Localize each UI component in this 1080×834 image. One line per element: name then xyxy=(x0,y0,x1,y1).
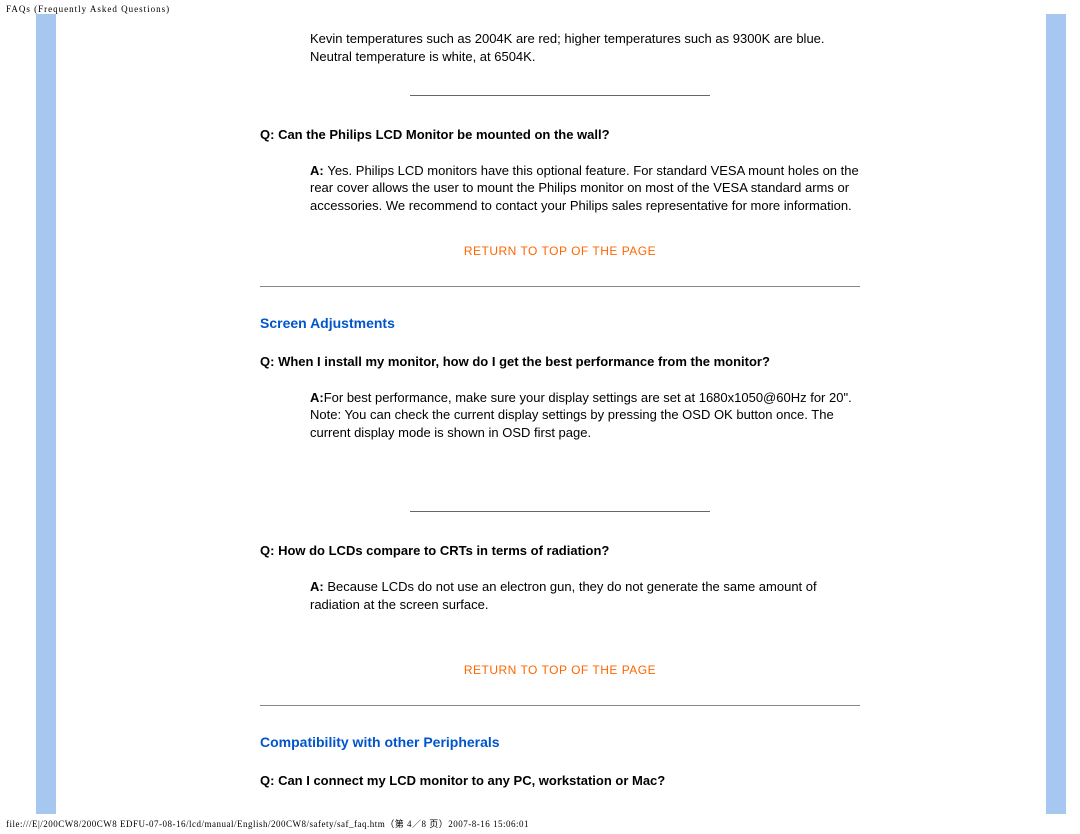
faq1-question: Q: Can the Philips LCD Monitor be mounte… xyxy=(260,126,860,144)
q-text: How do LCDs compare to CRTs in terms of … xyxy=(278,543,609,558)
faq1-answer: A: Yes. Philips LCD monitors have this o… xyxy=(310,162,860,215)
a-label: A: xyxy=(310,163,327,178)
divider-full xyxy=(260,705,860,706)
intro-paragraph: Kevin temperatures such as 2004K are red… xyxy=(310,30,860,65)
divider-full xyxy=(260,286,860,287)
faq2-question: Q: When I install my monitor, how do I g… xyxy=(260,353,860,371)
left-accent-stripe xyxy=(36,14,56,814)
q-text: Can the Philips LCD Monitor be mounted o… xyxy=(278,127,610,142)
right-accent-stripe xyxy=(1046,14,1066,814)
q-label: Q: xyxy=(260,354,278,369)
divider-short xyxy=(410,511,710,512)
faq2-answer: A:For best performance, make sure your d… xyxy=(310,389,860,442)
return-to-top-link[interactable]: RETURN TO TOP OF THE PAGE xyxy=(260,244,860,258)
a-text: Because LCDs do not use an electron gun,… xyxy=(310,579,817,612)
faq3-answer: A: Because LCDs do not use an electron g… xyxy=(310,578,860,613)
return-to-top-link[interactable]: RETURN TO TOP OF THE PAGE xyxy=(260,663,860,677)
a-label: A: xyxy=(310,390,324,405)
main-content: Kevin temperatures such as 2004K are red… xyxy=(260,30,860,790)
divider-short xyxy=(410,95,710,96)
section-heading-compatibility: Compatibility with other Peripherals xyxy=(260,734,860,750)
page-header-title: FAQs (Frequently Asked Questions) xyxy=(6,4,170,14)
q-label: Q: xyxy=(260,773,278,788)
a-label: A: xyxy=(310,579,327,594)
q-text: Can I connect my LCD monitor to any PC, … xyxy=(278,773,665,788)
faq3-question: Q: How do LCDs compare to CRTs in terms … xyxy=(260,542,860,560)
footer-file-path: file:///E|/200CW8/200CW8 EDFU-07-08-16/l… xyxy=(6,817,529,830)
faq4-question: Q: Can I connect my LCD monitor to any P… xyxy=(260,772,860,790)
q-text: When I install my monitor, how do I get … xyxy=(278,354,770,369)
a-text: Yes. Philips LCD monitors have this opti… xyxy=(310,163,859,213)
a-text: For best performance, make sure your dis… xyxy=(310,390,852,440)
q-label: Q: xyxy=(260,543,278,558)
q-label: Q: xyxy=(260,127,278,142)
section-heading-screen-adjustments: Screen Adjustments xyxy=(260,315,860,331)
